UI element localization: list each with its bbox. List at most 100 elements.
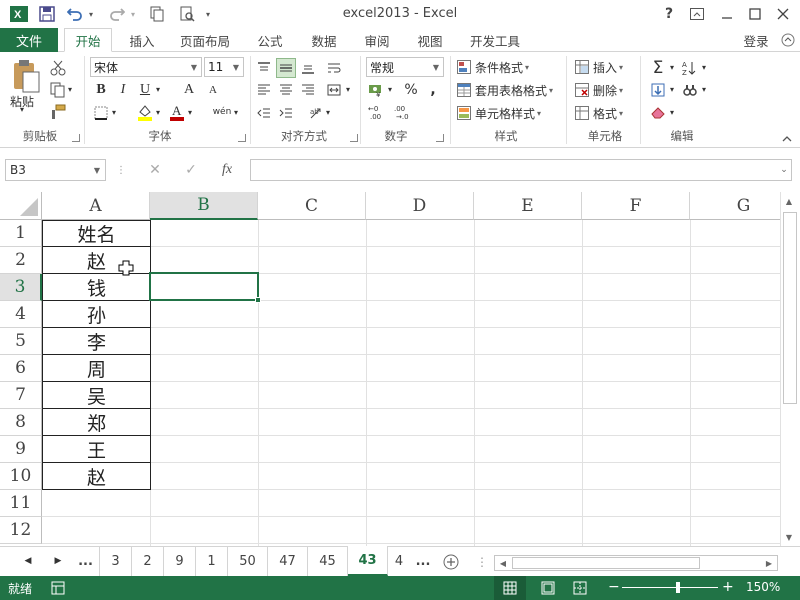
sheet-tab[interactable]: 9	[164, 546, 196, 576]
name-box[interactable]: B3 ▼	[5, 159, 106, 181]
autosum-dropdown-icon[interactable]: ▾	[670, 63, 674, 72]
cut-icon[interactable]	[48, 58, 68, 78]
sheet-tab-active[interactable]: 43	[348, 546, 388, 576]
shrink-font-button[interactable]: A	[204, 80, 222, 100]
percent-style-button[interactable]: %	[402, 80, 420, 100]
conditional-format-button[interactable]: 条件格式 ▾	[475, 59, 529, 75]
copy-dropdown-icon[interactable]: ▾	[68, 85, 72, 94]
clear-icon[interactable]	[648, 102, 668, 122]
align-right-icon[interactable]	[298, 80, 318, 100]
select-all-button[interactable]	[0, 192, 42, 220]
sign-in-link[interactable]: 登录	[738, 28, 774, 52]
zoom-level[interactable]: 150%	[746, 580, 780, 594]
column-header-e[interactable]: E	[474, 192, 582, 220]
align-left-icon[interactable]	[254, 80, 274, 100]
format-as-table-button[interactable]: 套用表格格式 ▾	[475, 82, 553, 98]
cell-a7[interactable]: 吴	[42, 382, 151, 409]
macro-record-icon[interactable]	[50, 580, 66, 596]
tab-split-handle-icon[interactable]: ⋮	[476, 553, 488, 571]
zoom-in-button[interactable]: +	[722, 579, 734, 595]
merge-dropdown-icon[interactable]: ▾	[346, 85, 350, 94]
scroll-right-icon[interactable]: ▶	[762, 556, 776, 570]
cell-a8[interactable]: 郑	[42, 409, 151, 436]
bold-button[interactable]: B	[92, 80, 110, 100]
row-header-9[interactable]: 9	[0, 436, 42, 463]
normal-view-icon[interactable]	[502, 580, 518, 596]
alignment-launcher-icon[interactable]	[350, 134, 358, 142]
tab-data[interactable]: 数据	[302, 28, 346, 52]
chevron-down-icon[interactable]: ▼	[89, 166, 105, 175]
increase-decimal-icon[interactable]: ←0.00	[366, 102, 388, 122]
sheet-tab[interactable]: 45	[308, 546, 348, 576]
paste-dropdown-icon[interactable]: ▾	[20, 105, 24, 114]
cell-a5[interactable]: 李	[42, 328, 151, 355]
number-launcher-icon[interactable]	[436, 134, 444, 142]
new-sheet-icon[interactable]	[442, 553, 460, 571]
borders-icon[interactable]	[92, 104, 110, 122]
font-color-icon[interactable]: A	[168, 102, 186, 122]
column-header-a[interactable]: A	[42, 192, 150, 220]
font-size-combo[interactable]: 11 ▼	[204, 57, 244, 77]
tab-insert[interactable]: 插入	[120, 28, 164, 52]
tab-home[interactable]: 开始	[64, 28, 112, 52]
find-select-dropdown-icon[interactable]: ▾	[702, 85, 706, 94]
underline-button[interactable]: U	[136, 80, 154, 100]
tab-review[interactable]: 审阅	[355, 28, 399, 52]
format-cells-button[interactable]: 格式 ▾	[593, 105, 623, 121]
row-header-6[interactable]: 6	[0, 355, 42, 382]
active-cell-selection[interactable]	[149, 272, 259, 301]
align-middle-icon[interactable]	[276, 58, 296, 78]
fill-down-icon[interactable]	[648, 80, 668, 100]
cell-a6[interactable]: 周	[42, 355, 151, 382]
column-header-f[interactable]: F	[582, 192, 690, 220]
sheet-tab[interactable]: 3	[100, 546, 132, 576]
sheet-tab[interactable]: 47	[268, 546, 308, 576]
tab-view[interactable]: 视图	[408, 28, 452, 52]
insert-cells-button[interactable]: 插入 ▾	[593, 59, 623, 75]
tab-page-layout[interactable]: 页面布局	[172, 28, 238, 52]
column-header-c[interactable]: C	[258, 192, 366, 220]
font-color-dropdown-icon[interactable]: ▾	[188, 108, 192, 117]
row-header-3[interactable]: 3	[0, 274, 42, 301]
fill-handle[interactable]	[255, 297, 261, 303]
sheet-tab[interactable]: 50	[228, 546, 268, 576]
fill-color-icon[interactable]	[136, 102, 154, 122]
horizontal-scroll-thumb[interactable]	[512, 557, 700, 569]
phonetic-dropdown-icon[interactable]: ▾	[234, 108, 238, 117]
format-painter-icon[interactable]	[48, 102, 68, 122]
row-header-4[interactable]: 4	[0, 301, 42, 328]
insert-cells-icon[interactable]	[574, 59, 590, 75]
collapse-ribbon-icon[interactable]	[778, 28, 798, 52]
fill-color-dropdown-icon[interactable]: ▾	[156, 108, 160, 117]
sort-filter-dropdown-icon[interactable]: ▾	[702, 63, 706, 72]
copy-icon[interactable]	[48, 80, 68, 100]
formula-input[interactable]	[250, 159, 792, 181]
row-header-11[interactable]: 11	[0, 490, 42, 517]
row-header-12[interactable]: 12	[0, 517, 42, 544]
column-header-g[interactable]: G	[690, 192, 780, 220]
more-sheets-left[interactable]: ...	[72, 546, 100, 576]
orientation-icon[interactable]: ab	[306, 104, 326, 122]
align-bottom-icon[interactable]	[298, 58, 318, 78]
italic-button[interactable]: I	[114, 80, 132, 100]
decrease-indent-icon[interactable]	[254, 104, 274, 122]
decrease-decimal-icon[interactable]: .00 →.0	[392, 102, 414, 122]
phonetic-guide-button[interactable]: wén	[210, 102, 234, 122]
sheet-tab[interactable]: 1	[196, 546, 228, 576]
previous-sheet-icon[interactable]: ◀	[20, 552, 36, 570]
row-header-1[interactable]: 1	[0, 220, 42, 247]
font-name-combo[interactable]: 宋体 ▼	[90, 57, 202, 77]
autosum-icon[interactable]: Σ	[648, 58, 668, 78]
wrap-text-icon[interactable]	[324, 58, 344, 78]
accounting-format-icon[interactable]: ¥	[366, 80, 386, 100]
align-top-icon[interactable]	[254, 58, 274, 78]
close-button[interactable]	[772, 4, 794, 24]
clear-dropdown-icon[interactable]: ▾	[670, 108, 674, 117]
ribbon-display-options-icon[interactable]	[686, 4, 708, 24]
minimize-button[interactable]	[716, 4, 738, 24]
cell-a10[interactable]: 赵	[42, 463, 151, 490]
format-cells-icon[interactable]	[574, 105, 590, 121]
cancel-entry-button[interactable]: ✕	[142, 160, 168, 180]
format-as-table-icon[interactable]	[456, 82, 472, 98]
row-header-7[interactable]: 7	[0, 382, 42, 409]
